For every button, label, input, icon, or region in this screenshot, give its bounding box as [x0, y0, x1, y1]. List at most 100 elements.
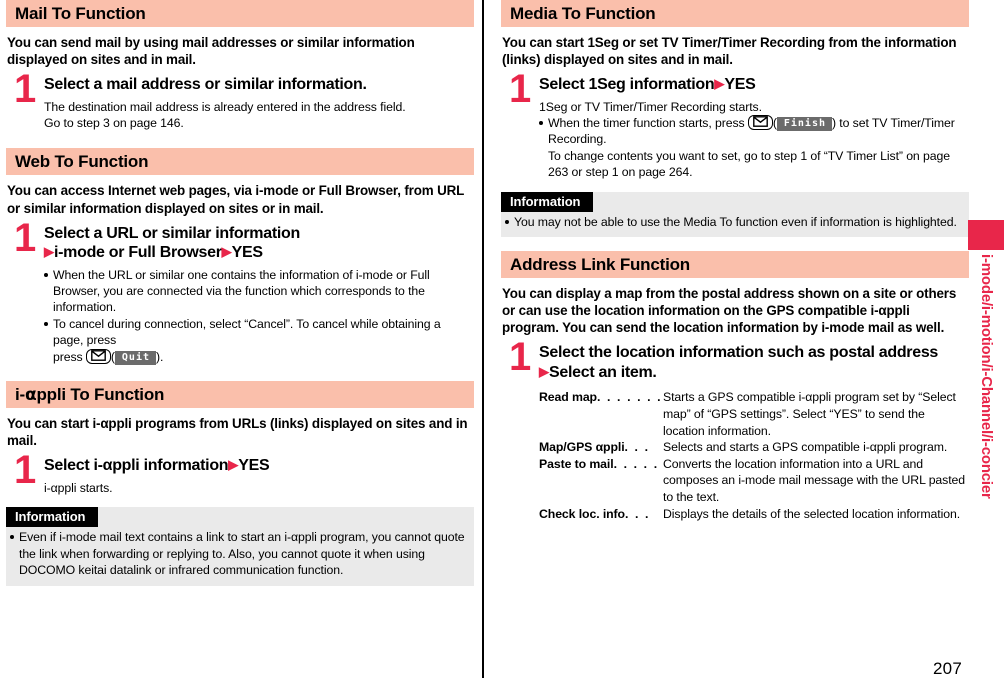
- step-title-line-1: Select the location information such as …: [539, 344, 939, 362]
- right-column: Media To Function You can start 1Seg or …: [501, 0, 969, 522]
- section-lead-text: You can send mail by using mail addresse…: [7, 35, 415, 68]
- information-box: Information You may not be able to use t…: [501, 191, 969, 238]
- section-lead-text: You can start i-αppli programs from URLs…: [7, 416, 468, 449]
- softkey-finish: Finish: [776, 117, 832, 132]
- arrow-right-icon: ▶: [714, 76, 725, 92]
- bullet-item: To cancel during connection, select “Can…: [44, 316, 474, 365]
- bullet-list: You may not be able to use the Media To …: [505, 214, 963, 230]
- step-body: When the URL or similar one contains the…: [44, 267, 474, 366]
- leader-dots: . . .: [624, 506, 651, 521]
- arrow-right-icon: ▶: [228, 457, 239, 473]
- bullet-text: When the timer function starts, press: [548, 116, 745, 131]
- thumb-tab-label: i-mode/i-motion/i-Channel/i-concier: [978, 254, 995, 499]
- column-divider: [482, 0, 484, 678]
- step-number: 1: [509, 67, 532, 112]
- mail-key-icon: [85, 348, 111, 364]
- step-title-line-1: Select a URL or similar information: [44, 224, 300, 242]
- section-title: i-αppli To Function: [15, 386, 164, 404]
- step-title: Select a mail address or similar informa…: [44, 76, 367, 94]
- section-lead-text: You can display a map from the postal ad…: [502, 286, 957, 336]
- step-body-line: 1Seg or TV Timer/Timer Recording starts.: [539, 99, 762, 114]
- mail-key-icon: [747, 115, 773, 131]
- information-box: Information Even if i-mode mail text con…: [6, 507, 474, 586]
- alpha-glyph: α: [24, 384, 37, 405]
- definition-row: Read map. . . . . . . Starts a GPS compa…: [539, 389, 969, 439]
- bullet-item: Even if i-mode mail text contains a link…: [10, 529, 468, 578]
- definition-term: Map/GPS αppli. . .: [539, 440, 650, 455]
- step-number: 1: [14, 215, 37, 260]
- section-title: Mail To Function: [15, 4, 146, 23]
- bullet-text: To cancel during connection, select “Can…: [53, 316, 441, 348]
- definition-table: Read map. . . . . . . Starts a GPS compa…: [501, 389, 969, 522]
- section-lead-text: You can access Internet web pages, via i…: [7, 183, 464, 216]
- step-body: i-αppli starts.: [44, 480, 474, 496]
- section-header: Mail To Function: [6, 0, 474, 27]
- definition-term: Read map. . . . . . .: [539, 390, 663, 405]
- softkey-quit: Quit: [114, 350, 156, 365]
- bullet-item: When the timer function starts, press (F…: [539, 115, 969, 148]
- definition-description: Converts the location information into a…: [663, 456, 966, 504]
- step-title: Select a URL or similar information ▶i-m…: [44, 223, 474, 263]
- section-title: Address Link Function: [510, 255, 690, 275]
- arrow-right-icon: ▶: [44, 244, 54, 260]
- arrow-right-icon: ▶: [539, 363, 549, 379]
- step-number: 1: [509, 335, 532, 380]
- bullet-item: You may not be able to use the Media To …: [505, 214, 963, 230]
- leader-dots: . . . . . . .: [596, 390, 663, 405]
- step-block: 1 Select i-αppli information▶YES i-αppli…: [6, 450, 474, 496]
- step-title-line-2a: i-mode or Full Browser: [54, 244, 222, 262]
- thumb-tab-block: [968, 220, 1004, 250]
- key-press-prefix: press: [53, 349, 83, 364]
- step-title: Select the location information such as …: [539, 342, 969, 382]
- section-web-to-function: Web To Function You can access Internet …: [6, 148, 474, 365]
- step-title-part-a: Select i-αppli information: [44, 457, 229, 475]
- step-block: 1 Select a URL or similar information ▶i…: [6, 218, 474, 366]
- step-body-line: Go to step 3 on page 146.: [44, 116, 184, 131]
- page-number: 207: [933, 659, 962, 678]
- thumb-index-tab: i-mode/i-motion/i-Channel/i-concier: [968, 220, 1004, 499]
- definition-description: Displays the details of the selected loc…: [663, 506, 961, 521]
- section-address-link-function: Address Link Function You can display a …: [501, 251, 969, 522]
- section-header: Web To Function: [6, 148, 474, 176]
- definition-row: Check loc. info. . . Displays the detail…: [539, 506, 969, 523]
- information-tag: Information: [6, 507, 99, 528]
- bullet-list: When the URL or similar one contains the…: [44, 267, 474, 366]
- section-lead-text: You can start 1Seg or set TV Timer/Timer…: [502, 35, 957, 68]
- step-block: 1 Select the location information such a…: [501, 337, 969, 382]
- section-mail-to-function: Mail To Function You can send mail by us…: [6, 0, 474, 131]
- step-number: 1: [14, 67, 37, 112]
- section-header: Address Link Function: [501, 251, 969, 279]
- definition-description: Selects and starts a GPS compatible i-αp…: [663, 440, 948, 455]
- section-header: Media To Function: [501, 0, 969, 27]
- step-title-part-b: YES: [238, 457, 270, 475]
- step-number: 1: [14, 448, 37, 493]
- key-press-suffix: ).: [156, 349, 164, 364]
- leader-dots: . . .: [624, 440, 650, 455]
- information-tag: Information: [501, 191, 594, 212]
- definition-term: Paste to mail. . . . .: [539, 456, 659, 471]
- left-column: Mail To Function You can send mail by us…: [6, 0, 474, 586]
- section-iappli-to-function: i-αppli To Function You can start i-αppl…: [6, 381, 474, 586]
- bullet-item: When the URL or similar one contains the…: [44, 267, 474, 316]
- section-title: Web To Function: [15, 152, 149, 172]
- definition-term: Check loc. info. . .: [539, 506, 651, 521]
- section-header: i-αppli To Function: [6, 381, 474, 409]
- arrow-right-icon: ▶: [221, 244, 232, 260]
- step-title-line-2: Select an item.: [549, 363, 657, 381]
- step-block: 1 Select 1Seg information▶YES 1Seg or TV…: [501, 69, 969, 181]
- step-body: The destination mail address is already …: [44, 99, 474, 132]
- leader-dots: . . . . .: [613, 456, 659, 471]
- step-title-line-2b: YES: [231, 244, 263, 262]
- information-body: Even if i-mode mail text contains a link…: [6, 529, 474, 578]
- step-block: 1 Select a mail address or similar infor…: [6, 69, 474, 132]
- step-sub-line: To change contents you want to set, go t…: [548, 148, 950, 180]
- definition-row: Map/GPS αppli. . . Selects and starts a …: [539, 439, 969, 456]
- step-title: Select i-αppli information▶YES: [44, 455, 474, 476]
- step-title-part-a: Select 1Seg information: [539, 76, 715, 94]
- definition-description: Starts a GPS compatible i-αppli program …: [663, 390, 956, 438]
- definition-row: Paste to mail. . . . . Converts the loca…: [539, 456, 969, 506]
- section-title: Media To Function: [510, 4, 656, 23]
- step-title-part-b: YES: [724, 76, 756, 94]
- step-body-line: i-αppli starts.: [44, 480, 113, 495]
- step-body: 1Seg or TV Timer/Timer Recording starts.…: [539, 99, 969, 181]
